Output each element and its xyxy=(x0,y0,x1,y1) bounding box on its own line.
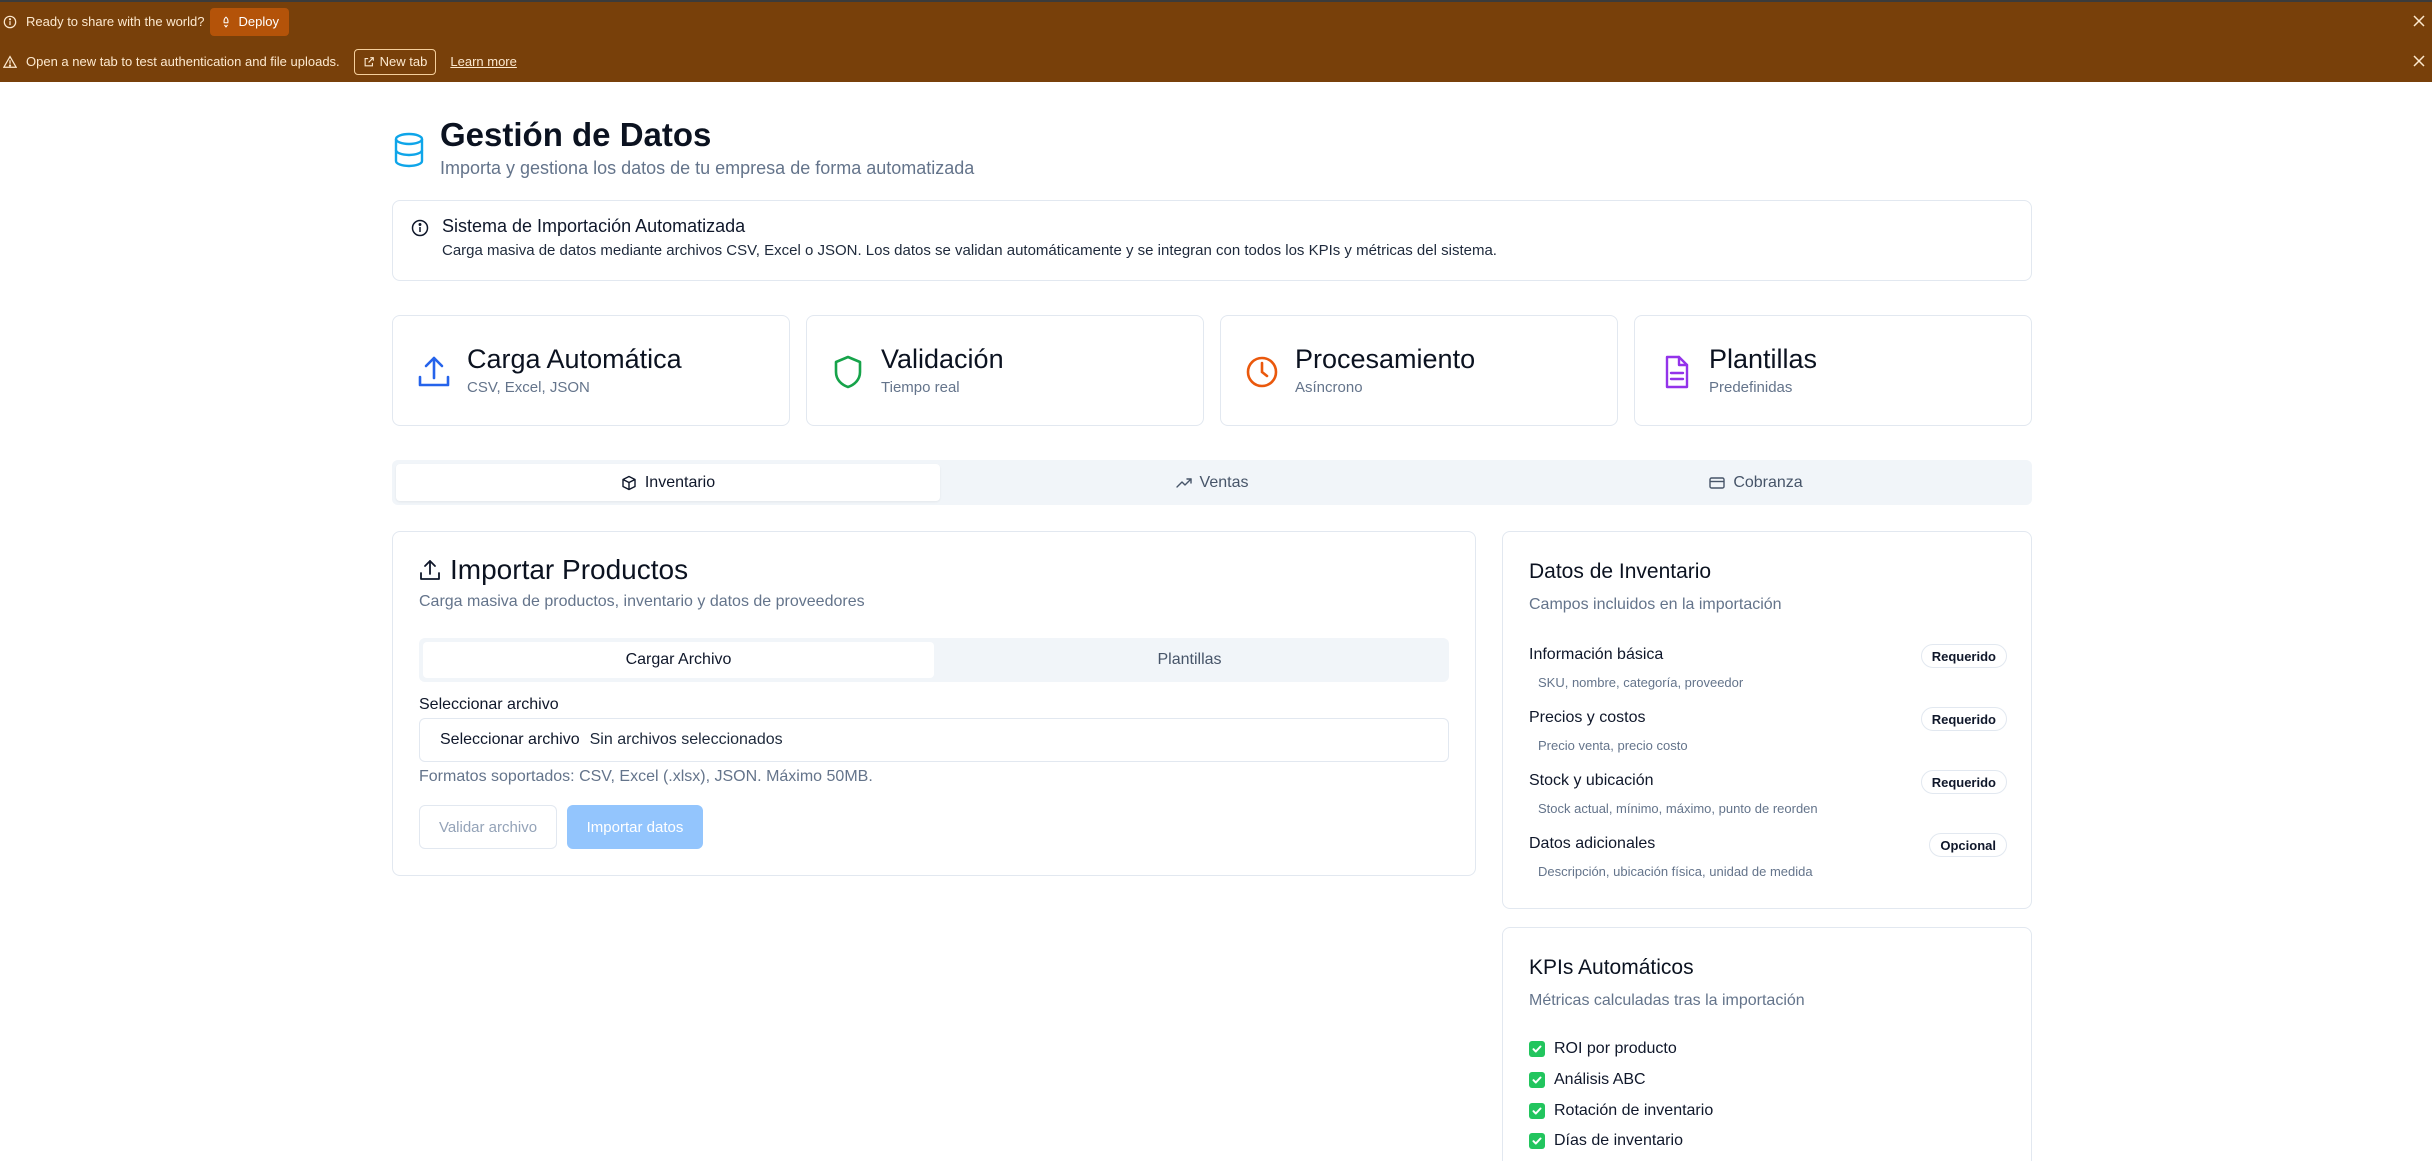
file-field-label: Seleccionar archivo xyxy=(419,696,559,713)
data-tabs: Inventario Ventas Cobranza xyxy=(392,460,2032,505)
tab-label: Inventario xyxy=(644,473,716,491)
rocket-icon xyxy=(223,15,230,28)
page-subtitle: Importa y gestiona los datos de tu empre… xyxy=(440,158,975,178)
check-icon xyxy=(1529,1133,1545,1149)
inventory-data-card: Datos de Inventario Campos incluidos en … xyxy=(1502,531,2032,909)
field-name: Datos adicionales xyxy=(1529,835,1656,852)
box-icon xyxy=(622,475,636,490)
check-icon xyxy=(1529,1041,1545,1057)
kpi-card: KPIs Automáticos Métricas calculadas tra… xyxy=(1502,927,2032,1161)
info-icon xyxy=(2,14,18,30)
kpi-card-subtitle: Métricas calculadas tras la importación xyxy=(1529,992,1805,1009)
feature-subtitle: CSV, Excel, JSON xyxy=(467,379,590,396)
file-text-icon xyxy=(1665,355,1689,389)
list-item: Análisis ABC xyxy=(1529,1071,1646,1089)
new-tab-label: New tab xyxy=(379,54,428,69)
feature-title: Procesamiento xyxy=(1295,344,1476,374)
feature-title: Plantillas xyxy=(1709,344,1818,374)
status-badge: Opcional xyxy=(1929,833,2007,857)
import-subtitle: Carga masiva de productos, inventario y … xyxy=(419,593,865,610)
import-title: Importar Productos xyxy=(450,554,689,585)
field-description: Precio venta, precio costo xyxy=(1538,738,1688,753)
deploy-button[interactable]: Deploy xyxy=(210,7,289,36)
alert-description: Carga masiva de datos mediante archivos … xyxy=(442,242,1497,259)
warning-icon xyxy=(2,54,18,70)
feature-subtitle: Asíncrono xyxy=(1295,379,1363,396)
page-title: Gestión de Datos xyxy=(440,116,712,153)
list-item: Datos adicionales Descripción, ubicación… xyxy=(1529,833,2007,896)
learn-more-link[interactable]: Learn more xyxy=(450,54,516,69)
status-badge: Requerido xyxy=(1920,707,2007,731)
tab-cobranza[interactable]: Cobranza xyxy=(1484,464,2028,501)
check-icon xyxy=(1529,1103,1545,1119)
import-subtabs: Cargar Archivo Plantillas xyxy=(419,638,1449,682)
auth-banner: Open a new tab to test authentication an… xyxy=(0,41,2432,82)
close-icon[interactable] xyxy=(2412,14,2428,30)
status-badge: Requerido xyxy=(1920,644,2007,668)
deploy-banner: Ready to share with the world? Deploy xyxy=(0,2,2432,41)
tab-ventas[interactable]: Ventas xyxy=(940,464,1484,501)
tab-inventario[interactable]: Inventario xyxy=(396,464,940,501)
database-icon xyxy=(394,132,424,168)
upload-icon xyxy=(420,560,440,580)
field-name: Stock y ubicación xyxy=(1529,772,1654,789)
info-icon xyxy=(411,219,429,237)
list-item: Stock y ubicación Stock actual, mínimo, … xyxy=(1529,770,2007,833)
field-name: Precios y costos xyxy=(1529,709,1646,726)
kpi-label: Rotación de inventario xyxy=(1554,1102,1714,1119)
tab-cargar-archivo[interactable]: Cargar Archivo xyxy=(423,642,934,678)
inventory-card-title: Datos de Inventario xyxy=(1529,560,1712,583)
new-tab-button[interactable]: New tab xyxy=(353,48,437,75)
external-link-icon xyxy=(364,56,374,66)
import-products-card: Importar Productos Carga masiva de produ… xyxy=(392,531,1476,876)
alert-title: Sistema de Importación Automatizada xyxy=(442,216,746,236)
field-description: Stock actual, mínimo, máximo, punto de r… xyxy=(1538,801,1818,816)
file-input[interactable]: Seleccionar archivo Sin archivos selecci… xyxy=(419,718,1449,762)
tab-label: Ventas xyxy=(1199,473,1249,491)
feature-card-procesamiento: Procesamiento Asíncrono xyxy=(1220,315,1618,426)
feature-card-validacion: Validación Tiempo real xyxy=(806,315,1204,426)
auth-banner-text: Open a new tab to test authentication an… xyxy=(26,54,340,69)
list-item: Rotación de inventario xyxy=(1529,1102,1713,1120)
feature-title: Carga Automática xyxy=(467,344,682,374)
credit-card-icon xyxy=(1709,476,1726,489)
kpi-label: ROI por producto xyxy=(1554,1040,1677,1057)
inventory-card-subtitle: Campos incluidos en la importación xyxy=(1529,596,1782,613)
clock-icon xyxy=(1246,356,1278,388)
shield-icon xyxy=(834,355,862,389)
status-badge: Requerido xyxy=(1920,770,2007,794)
list-item: Información básica SKU, nombre, categorí… xyxy=(1529,644,2007,707)
no-file-text: Sin archivos seleccionados xyxy=(589,731,783,748)
tab-label: Cobranza xyxy=(1733,473,1803,491)
field-description: Descripción, ubicación física, unidad de… xyxy=(1538,864,1813,879)
check-icon xyxy=(1529,1072,1545,1088)
choose-file-button[interactable]: Seleccionar archivo xyxy=(440,731,580,749)
field-description: SKU, nombre, categoría, proveedor xyxy=(1538,675,1744,690)
close-icon[interactable] xyxy=(2412,54,2428,70)
supported-formats-text: Formatos soportados: CSV, Excel (.xlsx),… xyxy=(419,768,873,785)
trending-up-icon xyxy=(1175,477,1192,488)
deploy-button-label: Deploy xyxy=(238,14,279,29)
list-item: Días de inventario xyxy=(1529,1132,1683,1150)
import-data-button[interactable]: Importar datos xyxy=(567,805,703,849)
feature-subtitle: Predefinidas xyxy=(1709,379,1793,396)
kpi-label: Días de inventario xyxy=(1554,1132,1683,1149)
feature-title: Validación xyxy=(881,344,1004,374)
list-item: ROI por producto xyxy=(1529,1040,1677,1058)
validate-file-button[interactable]: Validar archivo xyxy=(419,805,557,849)
upload-icon xyxy=(418,356,450,387)
deploy-banner-text: Ready to share with the world? xyxy=(26,14,205,29)
list-item: Precios y costos Precio venta, precio co… xyxy=(1529,707,2007,770)
feature-subtitle: Tiempo real xyxy=(881,379,960,396)
kpi-card-title: KPIs Automáticos xyxy=(1529,956,1694,979)
info-alert: Sistema de Importación Automatizada Carg… xyxy=(392,200,2032,281)
tab-plantillas[interactable]: Plantillas xyxy=(934,642,1445,678)
kpi-label: Análisis ABC xyxy=(1554,1071,1646,1088)
feature-card-plantillas: Plantillas Predefinidas xyxy=(1634,315,2032,426)
feature-card-carga: Carga Automática CSV, Excel, JSON xyxy=(392,315,790,426)
field-name: Información básica xyxy=(1529,646,1664,663)
